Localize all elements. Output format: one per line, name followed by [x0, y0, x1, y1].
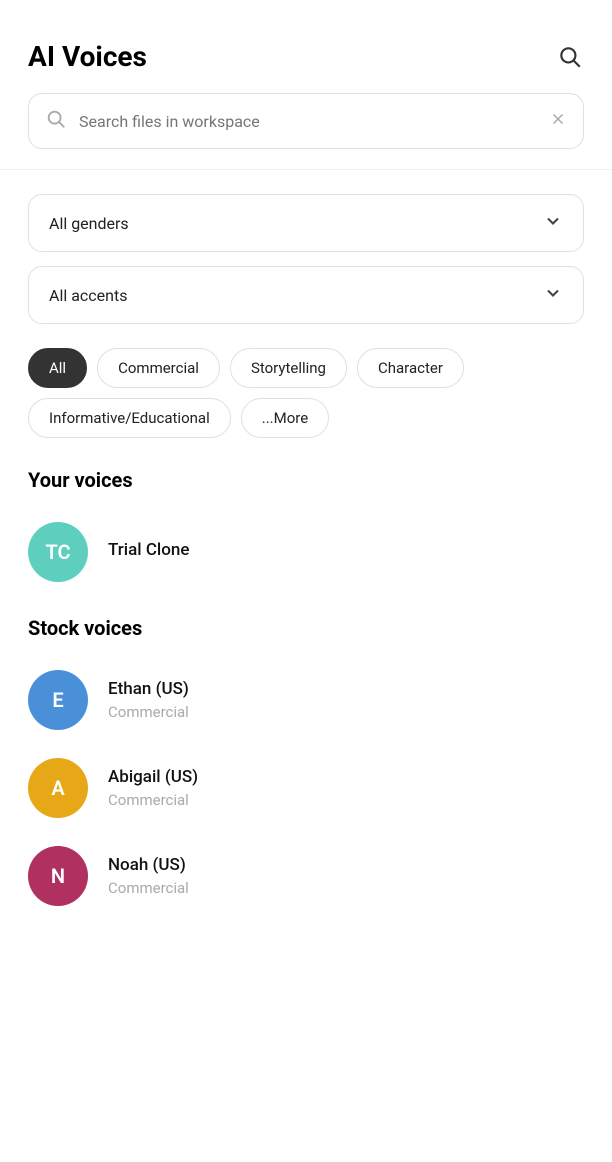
accent-dropdown[interactable]: All accents — [28, 266, 584, 324]
voice-avatar-abigail: A — [28, 758, 88, 818]
voice-item-noah[interactable]: N Noah (US) Commercial — [0, 832, 612, 920]
tags-container: AllCommercialStorytellingCharacter Inform… — [0, 338, 612, 458]
voice-name-noah: Noah (US) — [108, 855, 189, 875]
tag-more[interactable]: ...More — [241, 398, 329, 438]
search-input[interactable] — [79, 112, 549, 131]
header: AI Voices — [0, 0, 612, 93]
gender-dropdown-label: All genders — [49, 214, 129, 233]
voice-avatar-trial-clone: TC — [28, 522, 88, 582]
voice-avatar-noah: N — [28, 846, 88, 906]
page-container: AI Voices All genders — [0, 0, 612, 1162]
voice-info-trial-clone: Trial Clone — [108, 540, 189, 564]
search-bar — [28, 93, 584, 149]
your-voices-list: TC Trial Clone — [0, 508, 612, 596]
tag-character[interactable]: Character — [357, 348, 464, 388]
stock-voices-list: E Ethan (US) Commercial A Abigail (US) Commer… — [0, 656, 612, 920]
clear-search-icon[interactable] — [549, 110, 567, 132]
gender-chevron-icon — [543, 211, 563, 235]
accent-chevron-icon — [543, 283, 563, 307]
search-icon — [45, 108, 67, 134]
voice-info-abigail: Abigail (US) Commercial — [108, 767, 198, 809]
header-search-icon[interactable] — [556, 43, 584, 71]
voice-name-trial-clone: Trial Clone — [108, 540, 189, 560]
tag-all[interactable]: All — [28, 348, 87, 388]
divider — [0, 169, 612, 170]
page-title: AI Voices — [28, 40, 147, 73]
filters-container: All genders All accents — [0, 194, 612, 324]
voice-avatar-ethan: E — [28, 670, 88, 730]
voice-item-abigail[interactable]: A Abigail (US) Commercial — [0, 744, 612, 832]
voice-type-abigail: Commercial — [108, 791, 198, 809]
your-voices-title: Your voices — [0, 458, 612, 508]
voice-type-noah: Commercial — [108, 879, 189, 897]
voice-type-ethan: Commercial — [108, 703, 189, 721]
voice-info-noah: Noah (US) Commercial — [108, 855, 189, 897]
voice-item-ethan[interactable]: E Ethan (US) Commercial — [0, 656, 612, 744]
voice-info-ethan: Ethan (US) Commercial — [108, 679, 189, 721]
tag-informative[interactable]: Informative/Educational — [28, 398, 231, 438]
stock-voices-title: Stock voices — [0, 606, 612, 656]
voice-item-trial-clone[interactable]: TC Trial Clone — [0, 508, 612, 596]
gender-dropdown[interactable]: All genders — [28, 194, 584, 252]
tag-commercial[interactable]: Commercial — [97, 348, 220, 388]
voice-name-abigail: Abigail (US) — [108, 767, 198, 787]
voice-name-ethan: Ethan (US) — [108, 679, 189, 699]
tag-storytelling[interactable]: Storytelling — [230, 348, 347, 388]
accent-dropdown-label: All accents — [49, 286, 127, 305]
